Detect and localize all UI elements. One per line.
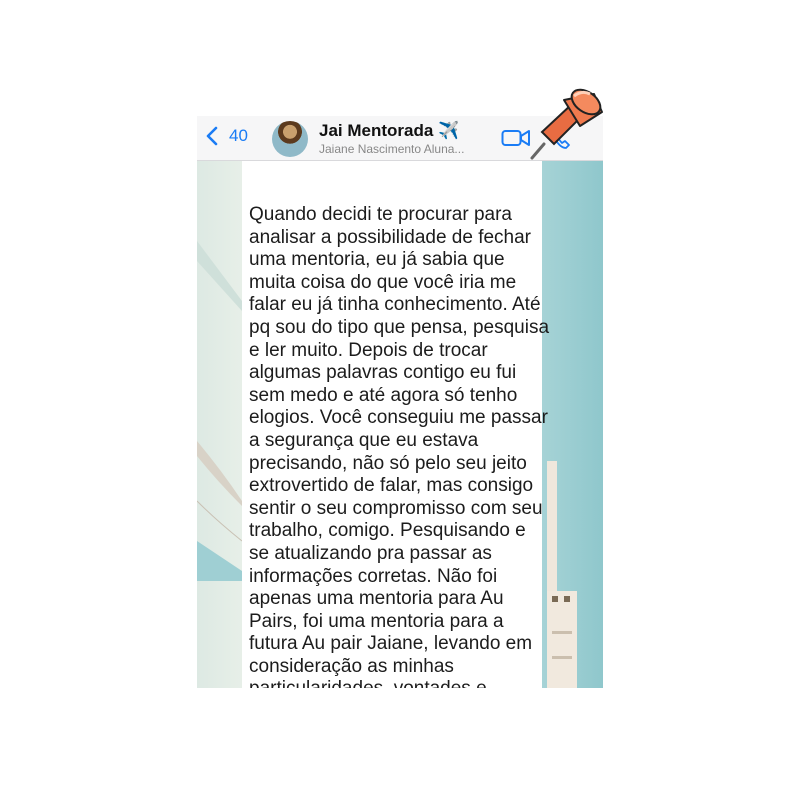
- push-pin-icon: [530, 88, 603, 160]
- back-button[interactable]: 40: [205, 126, 248, 146]
- avatar[interactable]: [272, 121, 308, 157]
- chat-screen: Quando decidi te procurar para analisar …: [197, 116, 603, 688]
- contact-name[interactable]: Jai Mentorada ✈️: [319, 121, 459, 141]
- contact-subtitle[interactable]: Jaiane Nascimento Aluna...: [319, 142, 464, 156]
- unread-count: 40: [229, 126, 248, 145]
- chevron-left-icon: [206, 126, 218, 146]
- sail-wallpaper-detail: [197, 241, 242, 581]
- tower-wallpaper-detail: [547, 461, 577, 688]
- chat-wallpaper: Quando decidi te procurar para analisar …: [197, 161, 603, 688]
- message-bubble-text: Quando decidi te procurar para analisar …: [249, 204, 550, 688]
